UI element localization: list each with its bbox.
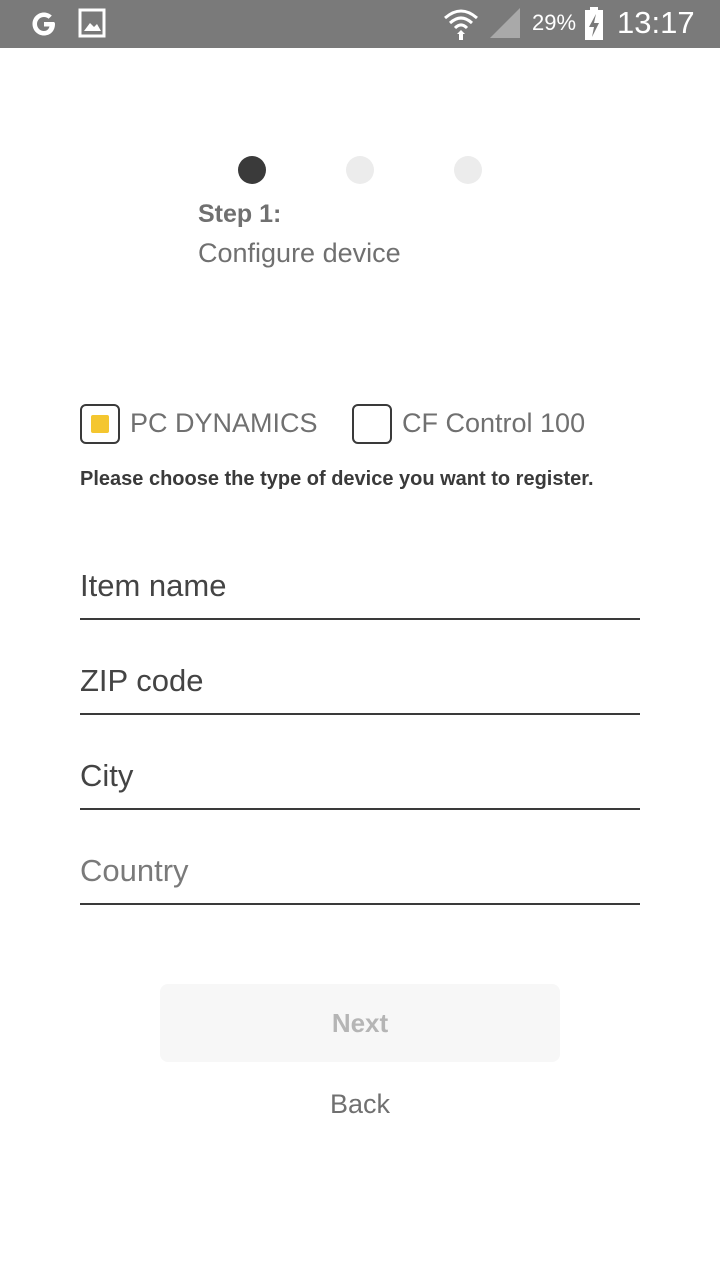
battery-charging-icon	[585, 7, 603, 40]
battery-percent: 29%	[532, 10, 577, 35]
step-dot-1	[238, 156, 266, 184]
back-button[interactable]: Back	[260, 1082, 460, 1126]
step-dot-3	[454, 156, 482, 184]
clock: 13:17	[617, 5, 695, 40]
country-input[interactable]	[80, 843, 640, 899]
city-field	[80, 748, 640, 810]
next-button[interactable]: Next	[160, 984, 560, 1062]
step-indicator	[0, 156, 720, 186]
wifi-icon	[444, 9, 478, 40]
step-description: Configure device	[198, 238, 401, 268]
pc-dynamics-label[interactable]: PC DYNAMICS	[130, 408, 318, 439]
zip-code-field	[80, 653, 640, 715]
step-title: Step 1:	[198, 200, 282, 228]
cf-control-label[interactable]: CF Control 100	[402, 408, 585, 439]
gallery-icon	[78, 8, 106, 38]
item-name-input[interactable]	[80, 558, 640, 614]
zip-code-input[interactable]	[80, 653, 640, 709]
signal-icon	[490, 8, 520, 38]
status-bar: 29% 13:17	[0, 0, 720, 48]
pc-dynamics-checkbox[interactable]	[80, 404, 120, 444]
country-field	[80, 843, 640, 905]
step-dot-2	[346, 156, 374, 184]
checkbox-checked-mark	[91, 415, 109, 433]
cf-control-checkbox[interactable]	[352, 404, 392, 444]
item-name-field	[80, 558, 640, 620]
device-type-hint: Please choose the type of device you wan…	[80, 468, 594, 490]
city-input[interactable]	[80, 748, 640, 804]
google-icon	[32, 12, 55, 36]
